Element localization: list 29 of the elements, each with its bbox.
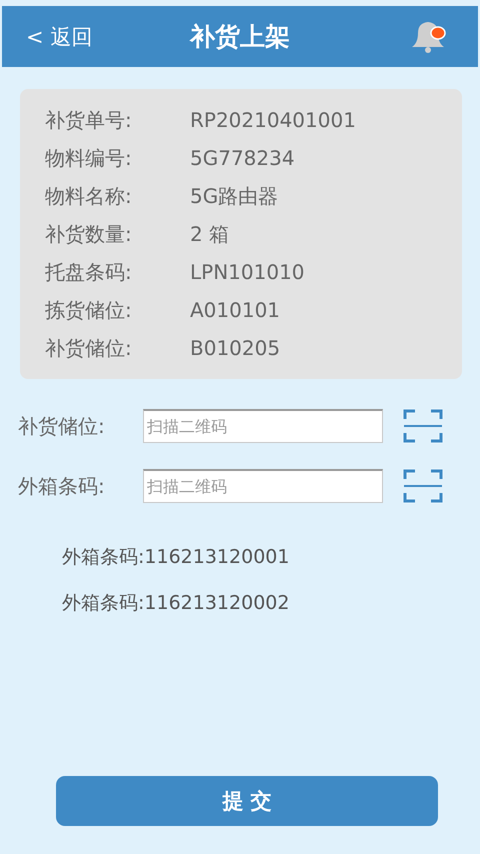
field-label: 外箱条码:	[18, 472, 106, 500]
detail-label: 托盘条码:	[45, 258, 133, 286]
scan-icon	[403, 468, 443, 504]
detail-label: 物料编号:	[45, 144, 133, 172]
detail-value: LPN101010	[190, 260, 305, 284]
scan-input-field[interactable]: 扫描二维码	[143, 409, 383, 443]
detail-label: 物料名称:	[45, 182, 133, 210]
scan-button[interactable]	[403, 468, 443, 504]
scanned-label: 外箱条码:	[62, 545, 144, 570]
detail-value: A010101	[190, 298, 280, 322]
detail-label: 拣货储位:	[45, 296, 133, 324]
submit-button[interactable]: 提 交	[56, 776, 438, 826]
detail-value: 2 箱	[190, 220, 230, 248]
detail-value: B010205	[190, 336, 280, 360]
scanned-code: 116213120002	[144, 592, 290, 614]
detail-value: RP20210401001	[190, 108, 356, 132]
back-link[interactable]: < 返回	[26, 22, 92, 50]
scan-icon	[403, 408, 443, 444]
detail-value: 5G778234	[190, 146, 295, 170]
scan-button[interactable]	[403, 408, 443, 444]
detail-label: 补货储位:	[45, 334, 133, 362]
scan-input-field[interactable]: 扫描二维码	[143, 469, 383, 503]
field-label: 补货储位:	[18, 412, 106, 440]
scanned-label: 外箱条码:	[62, 591, 144, 616]
scanned-code: 116213120001	[144, 546, 290, 568]
detail-value: 5G路由器	[190, 182, 278, 210]
detail-label: 补货单号:	[45, 106, 133, 134]
page-title: 补货上架	[190, 21, 290, 53]
detail-label: 补货数量:	[45, 220, 133, 248]
